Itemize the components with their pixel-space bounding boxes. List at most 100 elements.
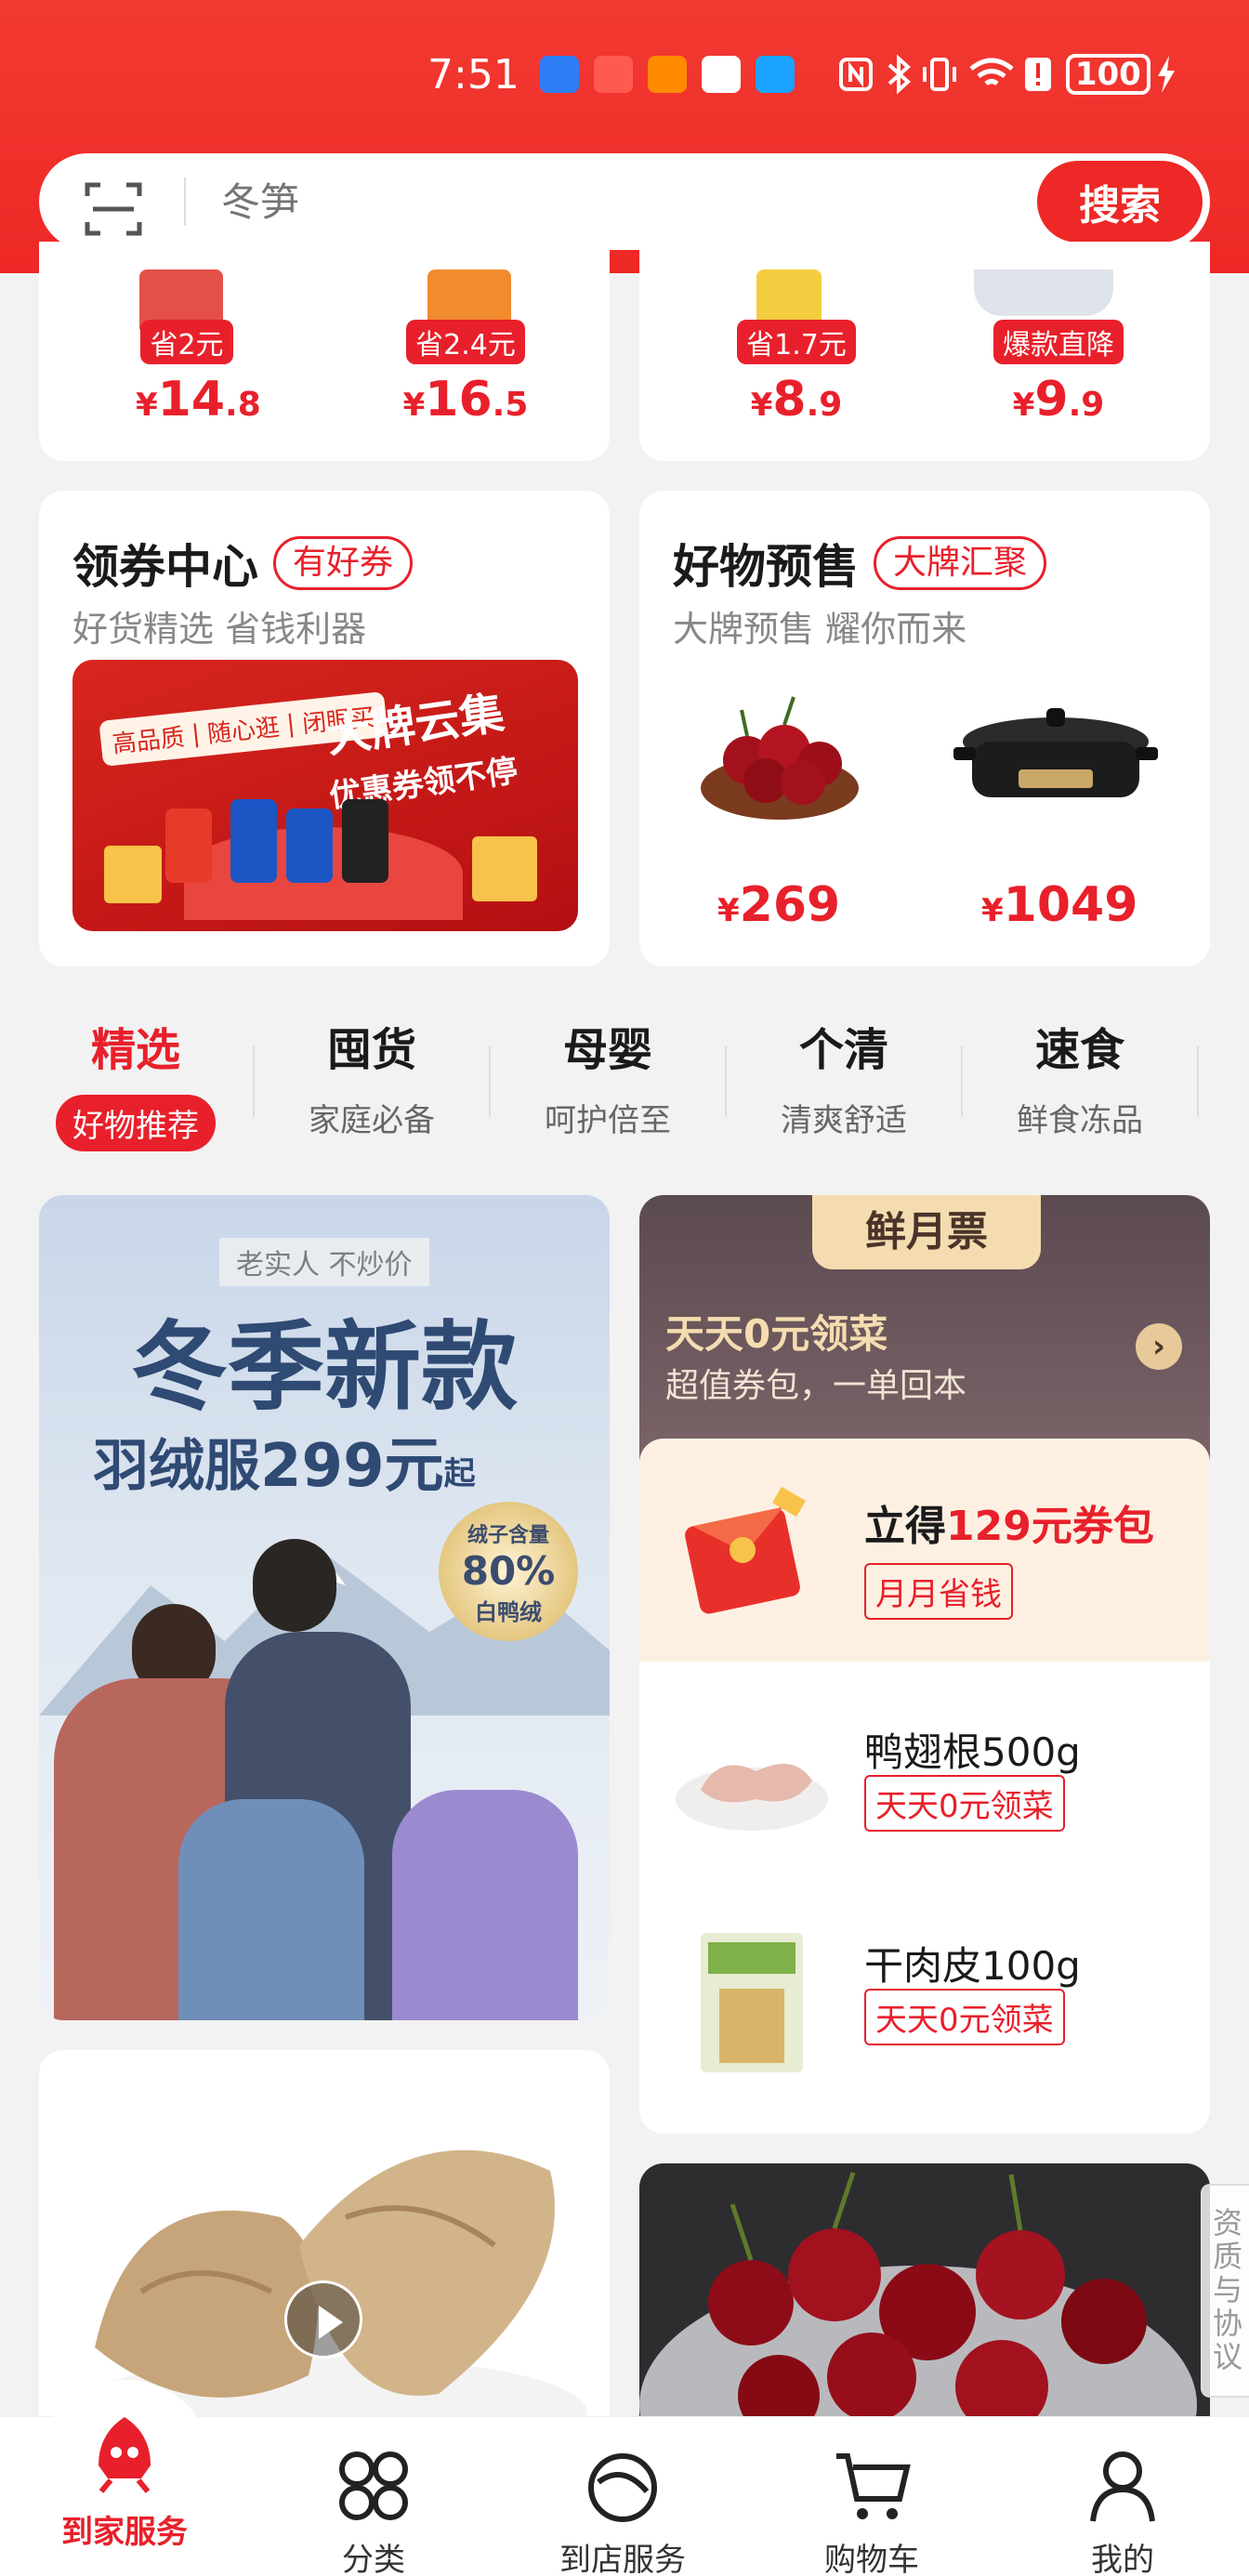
search-input[interactable] <box>221 174 983 230</box>
product-can <box>286 808 333 883</box>
coupon-center-title: 领券中心 <box>72 540 258 594</box>
tab-instant-food[interactable]: 速食 鲜食冻品 <box>987 1013 1173 1140</box>
presale-price: ¥269 <box>717 877 841 933</box>
free-item-row[interactable]: 鸭翅根500g 天天0元领菜 <box>639 1660 1210 1864</box>
deal-price: ¥9.9 <box>1012 372 1105 427</box>
charging-icon <box>1157 56 1175 93</box>
duck-wing-image <box>676 1764 828 1831</box>
search-button[interactable]: 搜索 <box>1037 161 1203 243</box>
kid-jacket-camo <box>178 1799 364 2020</box>
dried-pork-skin-image <box>701 1933 803 2072</box>
hot-badge: 爆款直降 <box>993 320 1124 364</box>
free-item-tag: 天天0元领菜 <box>864 1989 1065 2045</box>
search-divider <box>184 177 186 226</box>
free-item-row[interactable]: 干肉皮100g 天天0元领菜 <box>639 1883 1210 2115</box>
vibrate-icon <box>922 58 956 91</box>
battery-indicator: 100 <box>1065 54 1150 95</box>
save-badge: 省2元 <box>140 320 233 364</box>
category-tabs: 精选 好物推荐 囤货 家庭必备 母婴 呵护倍至 个清 清爽舒适 速食 鲜食冻品 <box>0 1013 1249 1171</box>
play-video-button[interactable] <box>284 2280 362 2359</box>
rocket-icon <box>99 2417 151 2493</box>
tab-divider <box>961 1046 963 1117</box>
qualification-agreement-tab[interactable]: 资质与协议 <box>1201 2184 1249 2398</box>
tab-baby[interactable]: 母婴 呵护倍至 <box>515 1013 701 1140</box>
tab-selected[interactable]: 精选 好物推荐 <box>43 1013 229 1151</box>
signal-alert-icon <box>1024 58 1051 91</box>
bottom-nav: 到家服务 分类 到店服务 购物车 我的 <box>0 2380 1249 2576</box>
cooker-product-image[interactable] <box>953 695 1158 825</box>
deal-item[interactable]: 省1.7元 ¥8.9 <box>727 320 866 427</box>
nav-cart[interactable]: 购物车 <box>747 2449 996 2576</box>
monthly-ticket-card[interactable]: 鲜月票 天天0元领菜 超值券包，一单回本 › 立得 129元券包 月月省钱 鸭翅根… <box>639 1195 1210 2134</box>
nav-profile[interactable]: 我的 <box>998 2449 1247 2576</box>
coupon-banner[interactable]: 高品质 | 随心逛 | 闭眼买 大牌云集 优惠券领不停 <box>72 660 578 931</box>
category-icon <box>339 2451 408 2520</box>
coupon-center-card[interactable]: 领券中心 有好券 好货精选 省钱利器 高品质 | 随心逛 | 闭眼买 大牌云集 … <box>39 491 610 966</box>
nav-category[interactable]: 分类 <box>249 2449 498 2576</box>
presale-tag: 大牌汇聚 <box>874 536 1047 590</box>
product-bottle <box>165 808 212 883</box>
tab-divider <box>253 1046 255 1117</box>
user-icon <box>1090 2451 1155 2522</box>
down-jacket-promo[interactable]: 老实人 不炒价 冬季新款 羽绒服 299元 起 绒子含量 80% 白鸭绒 <box>39 1195 610 2020</box>
deal-item[interactable]: 省2元 ¥14.8 <box>136 320 261 427</box>
deal-item[interactable]: 省2.4元 ¥16.5 <box>396 320 535 427</box>
search-bar[interactable]: 搜索 <box>39 153 1210 250</box>
gift-box-icon <box>104 846 162 903</box>
tab-personal-care[interactable]: 个清 清爽舒适 <box>751 1013 937 1140</box>
browser-app-icon <box>755 56 795 93</box>
taobao-icon <box>647 56 687 93</box>
promo-headline: 冬季新款 <box>130 1310 518 1424</box>
deal-card-right[interactable]: 省1.7元 ¥8.9 爆款直降 ¥9.9 <box>639 242 1210 461</box>
status-bar: 7:51 100 <box>427 46 1178 102</box>
save-badge: 省1.7元 <box>737 320 856 364</box>
deal-price: ¥8.9 <box>750 372 843 427</box>
cherry-product-image[interactable] <box>691 686 868 825</box>
deal-card-left[interactable]: 省2元 ¥14.8 省2.4元 ¥16.5 <box>39 242 610 461</box>
product-image <box>974 269 1113 316</box>
usb-icon <box>539 56 579 93</box>
presale-card[interactable]: 好物预售 大牌汇聚 大牌预售 耀你而来 ¥269 ¥1049 <box>639 491 1210 966</box>
save-badge: 省2.4元 <box>406 320 525 364</box>
nav-home-delivery[interactable]: 到家服务 <box>0 2412 249 2552</box>
message-app-icon <box>701 56 741 93</box>
bluetooth-icon <box>887 54 911 95</box>
coupon-pack-offer[interactable]: 立得 129元券包 月月省钱 <box>639 1439 1210 1662</box>
promo-subline: 羽绒服 299元 起 <box>93 1432 476 1501</box>
model-hair <box>253 1539 336 1632</box>
free-item-name: 干肉皮100g <box>864 1943 1081 1989</box>
free-item-name: 鸭翅根500g <box>864 1729 1081 1775</box>
kid-jacket-purple <box>392 1790 578 2020</box>
presale-title: 好物预售 <box>673 540 859 594</box>
promo-tag: 老实人 不炒价 <box>219 1238 429 1286</box>
scan-icon[interactable] <box>84 179 143 239</box>
tab-divider <box>489 1046 491 1117</box>
red-envelope-icon <box>685 1486 806 1614</box>
tab-divider <box>1197 1046 1199 1117</box>
deal-item[interactable]: 爆款直降 ¥9.9 <box>979 320 1137 427</box>
chevron-right-icon[interactable]: › <box>1136 1323 1182 1370</box>
wifi-icon <box>969 58 1014 86</box>
product-image <box>756 269 822 325</box>
tab-stock[interactable]: 囤货 家庭必备 <box>279 1013 465 1140</box>
nfc-icon <box>838 58 873 91</box>
tab-divider <box>725 1046 727 1117</box>
coupon-center-tag: 有好券 <box>273 536 414 590</box>
free-item-tag: 天天0元领菜 <box>864 1775 1065 1832</box>
presale-price: ¥1049 <box>981 877 1138 933</box>
ticket-badge: 鲜月票 <box>812 1195 1041 1269</box>
product-bottle <box>342 799 388 883</box>
ticket-subtitle: 超值券包，一单回本 <box>665 1367 967 1405</box>
cherry-card[interactable] <box>639 2163 1210 2440</box>
ticket-title: 天天0元领菜 <box>665 1311 888 1357</box>
store-icon <box>588 2453 657 2522</box>
huawei-app-icon <box>593 56 633 93</box>
presale-subtitle: 大牌预售 耀你而来 <box>673 609 967 650</box>
status-time: 7:51 <box>427 50 519 99</box>
deal-price: ¥16.5 <box>402 372 529 427</box>
nav-in-store[interactable]: 到店服务 <box>498 2449 747 2576</box>
cherry-image <box>639 2172 1197 2440</box>
banner-headline: 大牌云集 优惠券领不停 <box>322 687 520 816</box>
app-header: 7:51 100 搜索 <box>0 0 1249 273</box>
quality-seal: 绒子含量 80% 白鸭绒 <box>439 1502 578 1641</box>
